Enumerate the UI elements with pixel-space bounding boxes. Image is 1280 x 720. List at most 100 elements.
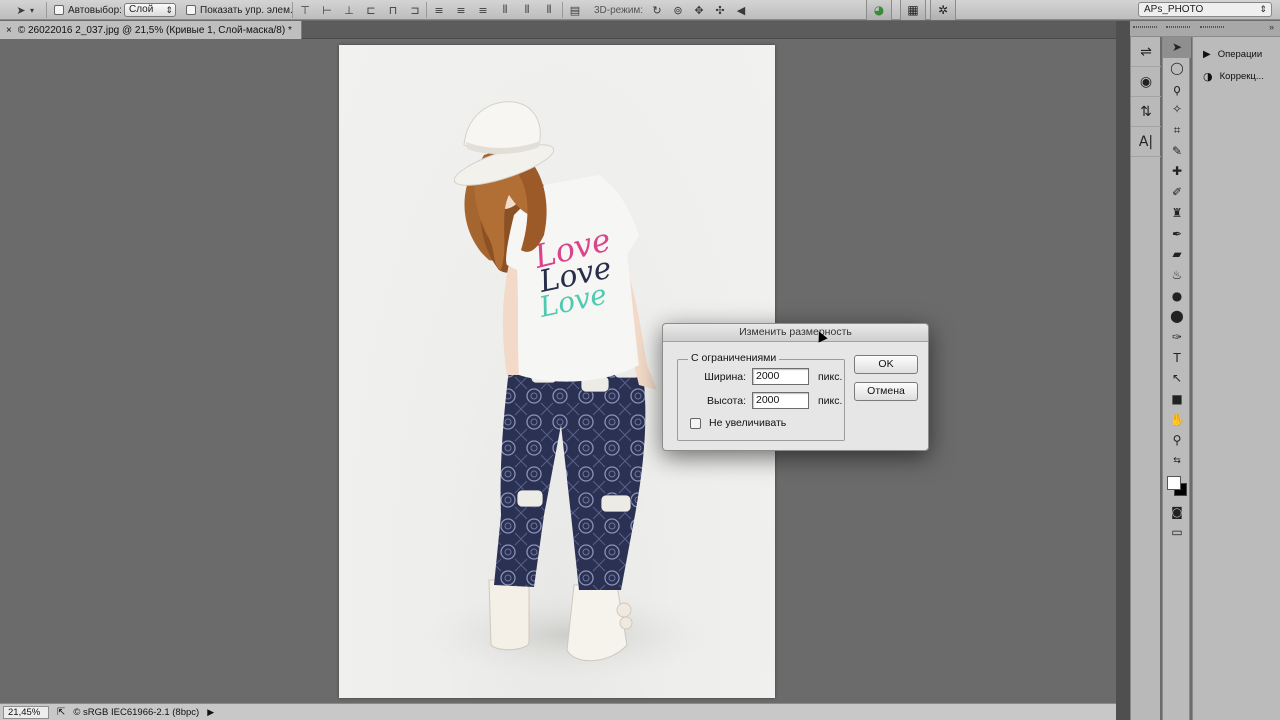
height-row: Высота: 2000 пикс.	[678, 392, 842, 409]
no-enlarge-row[interactable]: Не увеличивать	[690, 417, 786, 429]
width-label: Ширина:	[704, 370, 746, 383]
ok-button[interactable]: OK	[854, 355, 918, 374]
collapsed-panels: ▶ Операции ◑ Коррекц...	[1192, 37, 1280, 720]
lasso-tool-icon[interactable]: ϙ	[1163, 78, 1191, 99]
mode-3d-group: ↻ ⊚ ✥ ✣ ◀	[650, 2, 748, 18]
dodge-tool-icon[interactable]: ⬤	[1163, 306, 1191, 327]
collapse-icon[interactable]: »	[1269, 22, 1274, 32]
grip-icon[interactable]	[1133, 26, 1157, 28]
eraser-tool-icon[interactable]: ▰	[1163, 244, 1191, 265]
color-swatches[interactable]	[1163, 471, 1191, 501]
canvas-scroll-strip[interactable]	[1116, 21, 1130, 720]
roll-3d-icon[interactable]: ⊚	[671, 3, 685, 17]
slide-3d-icon[interactable]: ✣	[713, 3, 727, 17]
show-transform-checkbox[interactable]	[186, 5, 196, 15]
color-wheel-button[interactable]: ◕	[866, 0, 892, 20]
screen-mode-icon[interactable]: ▭	[1163, 522, 1191, 543]
character-panel-icon[interactable]: A|	[1131, 127, 1161, 157]
auto-select-checkbox[interactable]	[54, 5, 64, 15]
swap-colors-icon[interactable]: ⇆	[1163, 451, 1191, 472]
auto-select-value[interactable]: Слой	[124, 3, 176, 17]
shape-tool-icon[interactable]: ■	[1163, 389, 1191, 410]
status-menu-arrow-icon[interactable]: ▶	[207, 707, 214, 718]
color-wheel-icon: ◕	[873, 3, 885, 17]
align-right-icon[interactable]: ⊐	[408, 3, 422, 17]
divider	[292, 2, 293, 18]
distribute-group: ≡ ≡ ≡ ⦀ ⦀ ⦀	[432, 2, 556, 18]
history-brush-tool-icon[interactable]: ✒	[1163, 223, 1191, 244]
workspace-select[interactable]: APs_PHOTO	[1138, 2, 1272, 17]
plugin-button[interactable]: ✲	[930, 0, 956, 20]
icon-panel-dock: ⇌ ◉ ⇅ A|	[1130, 37, 1161, 720]
scale-3d-icon[interactable]: ◀	[734, 3, 748, 17]
resize-dialog: Изменить размерность С ограничениями Шир…	[662, 323, 929, 451]
zoom-tool-icon[interactable]: ⚲	[1163, 430, 1191, 451]
blur-tool-icon[interactable]: ●	[1163, 285, 1191, 306]
extension-button[interactable]: ▦	[900, 0, 926, 20]
magic-wand-tool-icon[interactable]: ✧	[1163, 99, 1191, 120]
play-icon: ▶	[1203, 48, 1211, 60]
canvas-area[interactable]: Love Love Love	[0, 40, 1116, 703]
pan-3d-icon[interactable]: ✥	[692, 3, 706, 17]
chevron-down-icon: ▾	[29, 5, 34, 15]
color-profile: © sRGB IEC61966-2.1 (8bpc)	[73, 706, 200, 718]
constraints-group: С ограничениями Ширина: 2000 пикс. Высот…	[677, 352, 845, 441]
no-enlarge-label: Не увеличивать	[709, 417, 787, 429]
no-enlarge-checkbox[interactable]	[690, 417, 701, 429]
distribute-vcenter-icon[interactable]: ≡	[454, 3, 468, 17]
distribute-right-icon[interactable]: ⦀	[542, 3, 556, 17]
distribute-hcenter-icon[interactable]: ⦀	[520, 3, 534, 17]
adjustments-panel-tab[interactable]: ◑ Коррекц...	[1193, 65, 1280, 87]
distribute-left-icon[interactable]: ⦀	[498, 3, 512, 17]
healing-tool-icon[interactable]: ✚	[1163, 161, 1191, 182]
paint-bucket-tool-icon[interactable]: ♨	[1163, 265, 1191, 286]
distribute-top-icon[interactable]: ≡	[432, 3, 446, 17]
move-tool-preset[interactable]: ➤ ▾	[14, 2, 36, 18]
show-transform-toggle[interactable]: Показать упр. элем.	[186, 2, 293, 18]
quick-mask-icon[interactable]: ◙	[1163, 501, 1191, 522]
distribute-bottom-icon[interactable]: ≡	[476, 3, 490, 17]
grip-icon[interactable]	[1200, 26, 1224, 28]
document-tab-bar: × © 26022016 2_037.jpg @ 21,5% (Кривые 1…	[0, 21, 1116, 39]
cancel-button[interactable]: Отмена	[854, 382, 918, 401]
auto-select-toggle[interactable]: Автовыбор:	[54, 2, 122, 18]
styles-panel-icon[interactable]: ◉	[1131, 67, 1161, 97]
path-selection-tool-icon[interactable]: ↖	[1163, 368, 1191, 389]
align-left-icon[interactable]: ⊏	[364, 3, 378, 17]
brush-tool-icon[interactable]: ✐	[1163, 182, 1191, 203]
show-transform-label: Показать упр. элем.	[200, 4, 293, 16]
eyedropper-tool-icon[interactable]: ✎	[1163, 140, 1191, 161]
foreground-color-swatch[interactable]	[1167, 476, 1181, 491]
history-panel-icon[interactable]: ⇅	[1131, 97, 1161, 127]
dialog-title[interactable]: Изменить размерность	[663, 324, 928, 342]
crop-tool-icon[interactable]: ⌗	[1163, 120, 1191, 141]
plugin-icon: ✲	[937, 3, 949, 17]
options-bar: ➤ ▾ Автовыбор: Слой Показать упр. элем. …	[0, 0, 1280, 20]
align-top-icon[interactable]: ⊤	[298, 3, 312, 17]
adjustments-icon: ◑	[1203, 69, 1213, 83]
align-hcenter-icon[interactable]: ⊓	[386, 3, 400, 17]
zoom-field[interactable]: 21,45%	[3, 705, 49, 719]
tools-panel: ➤ ◯ ϙ ✧ ⌗ ✎ ✚ ✐ ♜ ✒ ▰ ♨ ● ⬤ ✑ T ↖ ■ ✋ ⚲ …	[1162, 37, 1191, 720]
hand-tool-icon[interactable]: ✋	[1163, 409, 1191, 430]
export-icon[interactable]: ⇱	[57, 707, 65, 718]
document-tab[interactable]: × © 26022016 2_037.jpg @ 21,5% (Кривые 1…	[0, 21, 302, 39]
height-input[interactable]: 2000	[752, 392, 809, 409]
pen-tool-icon[interactable]: ✑	[1163, 327, 1191, 348]
adjustments-panel-icon[interactable]: ⇌	[1131, 37, 1161, 67]
orbit-3d-icon[interactable]: ↻	[650, 3, 664, 17]
type-tool-icon[interactable]: T	[1163, 347, 1191, 368]
status-bar: 21,45% ⇱ © sRGB IEC61966-2.1 (8bpc) ▶	[0, 703, 1116, 720]
grip-icon[interactable]	[1166, 26, 1190, 28]
align-vcenter-icon[interactable]: ⊢	[320, 3, 334, 17]
auto-select-dropdown[interactable]: Слой	[124, 2, 176, 18]
width-unit: пикс.	[818, 370, 843, 383]
marquee-tool-icon[interactable]: ◯	[1163, 58, 1191, 79]
close-icon[interactable]: ×	[6, 25, 12, 36]
width-input[interactable]: 2000	[752, 368, 809, 385]
actions-panel-tab[interactable]: ▶ Операции	[1193, 43, 1280, 65]
auto-align-button[interactable]: ▤	[568, 2, 582, 18]
align-bottom-icon[interactable]: ⊥	[342, 3, 356, 17]
stamp-tool-icon[interactable]: ♜	[1163, 203, 1191, 224]
move-tool-icon[interactable]: ➤	[1163, 37, 1191, 58]
